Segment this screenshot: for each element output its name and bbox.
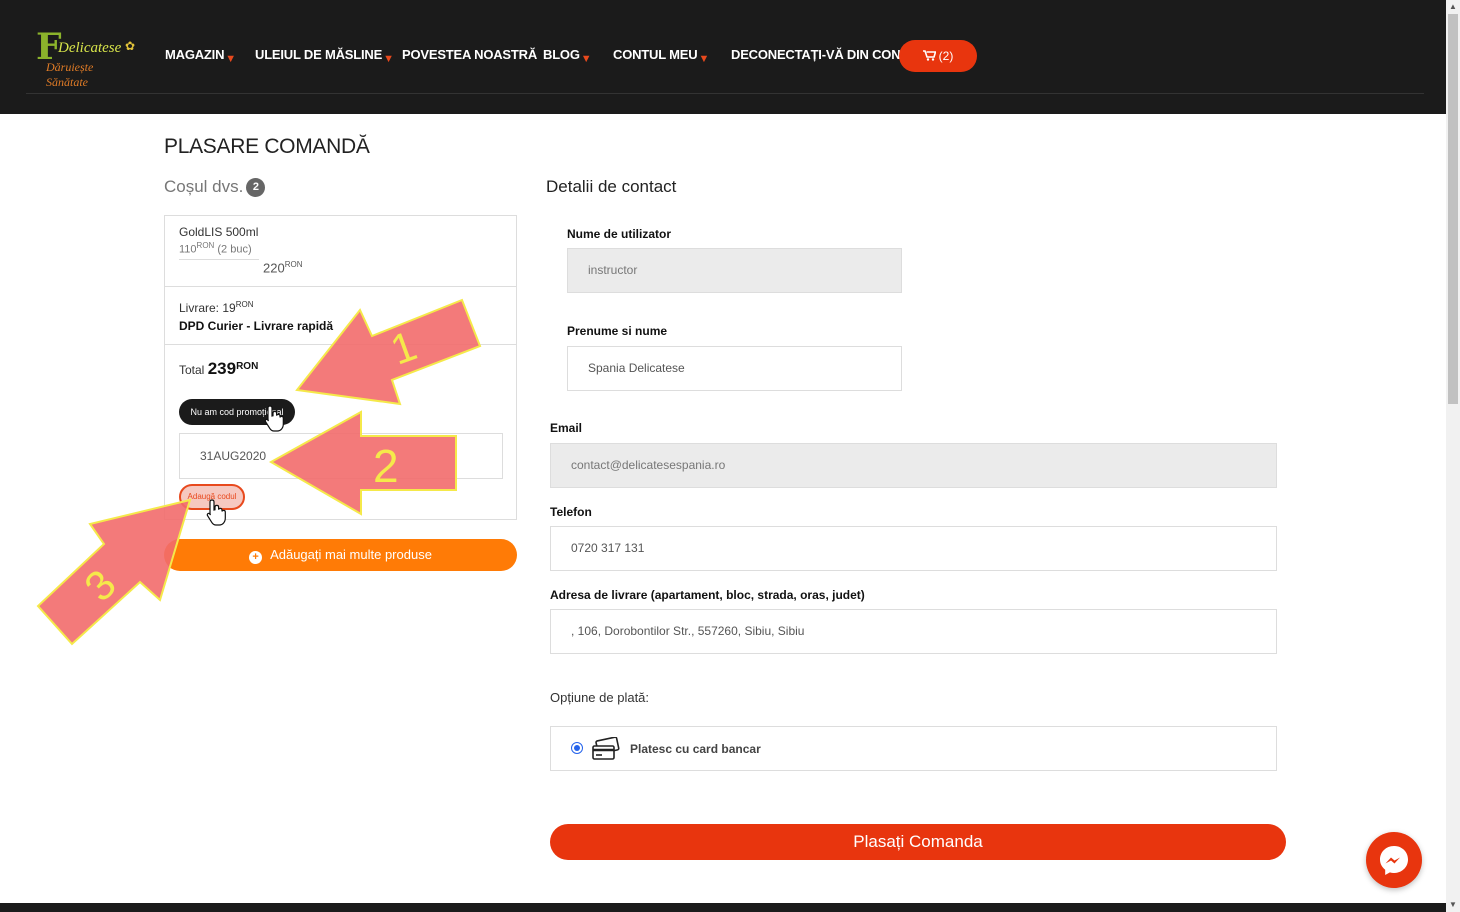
cart-count-label: (2) <box>938 49 954 63</box>
chevron-down-icon: ▼ <box>383 53 394 65</box>
nav-label: CONTUL MEU <box>613 47 698 62</box>
currency: RON <box>196 241 215 250</box>
chevron-down-icon: ▼ <box>225 53 236 65</box>
nav-item-contul-meu[interactable]: CONTUL MEU▼ <box>613 47 710 65</box>
apply-promo-button[interactable]: Adaugă codul <box>179 484 245 510</box>
nav-label: MAGAZIN <box>165 47 225 62</box>
payment-radio[interactable] <box>571 742 583 754</box>
currency: RON <box>235 300 254 309</box>
shipping-cost: Livrare: 19RON <box>179 300 253 315</box>
product-unit-price: 110RON (2 buc) <box>179 241 252 256</box>
annotation-arrow-3 <box>36 498 192 646</box>
promo-code-input[interactable] <box>179 433 503 479</box>
price-divider <box>179 259 259 260</box>
credit-card-icon <box>592 737 620 760</box>
product-line-total: 220RON <box>263 260 302 275</box>
messenger-icon <box>1380 846 1408 875</box>
total-value: 239 <box>207 359 237 378</box>
total-label: Total <box>179 363 205 377</box>
scroll-up-arrow-icon[interactable]: ▲ <box>1449 3 1457 11</box>
nav-label: BLOG <box>543 47 580 62</box>
cart-shipping-row: Livrare: 19RON DPD Curier - Livrare rapi… <box>165 287 516 345</box>
page-scrollbar[interactable]: ▲ ▼ <box>1446 0 1460 912</box>
phone-label: Telefon <box>550 505 592 519</box>
no-promo-code-button[interactable]: Nu am cod promoțional <box>179 399 295 425</box>
flower-icon: ✿ <box>125 39 136 53</box>
logo-name: Delicatese <box>58 40 122 56</box>
unit-price-value: 110 <box>179 243 197 256</box>
site-header: F Delicatese ✿ Dăruiește Sănătate MAGAZI… <box>0 0 1446 114</box>
product-name: GoldLIS 500ml <box>179 225 259 239</box>
currency: RON <box>236 361 259 372</box>
shipping-label: Livrare: 19 <box>179 301 236 315</box>
fullname-field[interactable]: Spania Delicatese <box>567 346 902 391</box>
username-field: instructor <box>567 248 902 293</box>
site-logo[interactable]: F Delicatese ✿ Dăruiește Sănătate <box>36 26 136 89</box>
nav-label: POVESTEA NOASTRĂ <box>402 47 538 62</box>
scroll-thumb[interactable] <box>1448 14 1458 404</box>
nav-item-povestea[interactable]: POVESTEA NOASTRĂ <box>402 47 537 62</box>
cart-heading-text: Coșul dvs. <box>164 177 244 196</box>
add-more-label: Adăugați mai multe produse <box>270 547 432 562</box>
line-total-value: 220 <box>263 260 285 276</box>
fullname-label: Prenume si nume <box>567 324 668 338</box>
payment-option-label: Platesc cu card bancar <box>630 742 761 756</box>
header-divider <box>26 93 1424 94</box>
nav-label: ULEIUL DE MĂSLINE <box>255 47 383 62</box>
currency: RON <box>284 260 303 269</box>
shipping-carrier: DPD Curier - Livrare rapidă <box>179 319 334 333</box>
place-order-button[interactable]: Plasați Comanda <box>550 824 1286 860</box>
cart-product-row: GoldLIS 500ml 110RON (2 buc) 220RON <box>165 216 516 287</box>
nav-item-blog[interactable]: BLOG▼ <box>543 47 592 65</box>
cart-button[interactable]: (2) <box>899 40 977 72</box>
phone-field[interactable]: 0720 317 131 <box>550 526 1277 571</box>
cart-summary: GoldLIS 500ml 110RON (2 buc) 220RON Livr… <box>164 215 517 520</box>
nav-label: DECONECTAȚI-VĂ DIN CONT <box>731 47 909 62</box>
scroll-down-arrow-icon[interactable]: ▼ <box>1449 901 1457 909</box>
nav-item-logout[interactable]: DECONECTAȚI-VĂ DIN CONT <box>731 47 908 62</box>
cart-heading: Coșul dvs. 2 <box>164 177 266 198</box>
quantity-text: (2 buc) <box>217 243 252 256</box>
address-label: Adresa de livrare (apartament, bloc, str… <box>550 588 865 602</box>
contact-heading: Detalii de contact <box>546 177 677 196</box>
cart-count-badge: 2 <box>246 178 266 198</box>
cart-icon <box>922 50 937 61</box>
order-total: Total 239RON <box>179 359 258 379</box>
address-field[interactable]: , 106, Dorobontilor Str., 557260, Sibiu,… <box>550 609 1277 654</box>
payment-label: Opțiune de plată: <box>550 690 650 705</box>
chevron-down-icon: ▼ <box>580 53 592 65</box>
email-field: contact@delicatesespania.ro <box>550 443 1277 488</box>
page-title: PLASARE COMANDĂ <box>164 135 370 158</box>
payment-option-card[interactable]: Platesc cu card bancar <box>550 726 1277 771</box>
footer-bar <box>0 903 1446 912</box>
nav-item-magazin[interactable]: MAGAZIN▼ <box>165 47 236 65</box>
email-label: Email <box>550 421 583 435</box>
chevron-down-icon: ▼ <box>698 53 710 65</box>
messenger-chat-button[interactable] <box>1366 832 1422 888</box>
username-label: Nume de utilizator <box>567 227 672 241</box>
nav-item-uleiul[interactable]: ULEIUL DE MĂSLINE▼ <box>255 47 394 65</box>
logo-tagline: Dăruiește Sănătate <box>46 60 94 89</box>
plus-circle-icon: + <box>249 551 263 564</box>
add-more-products-button[interactable]: + Adăugați mai multe produse <box>164 539 517 571</box>
annotation-number-3: 3 <box>75 560 125 610</box>
